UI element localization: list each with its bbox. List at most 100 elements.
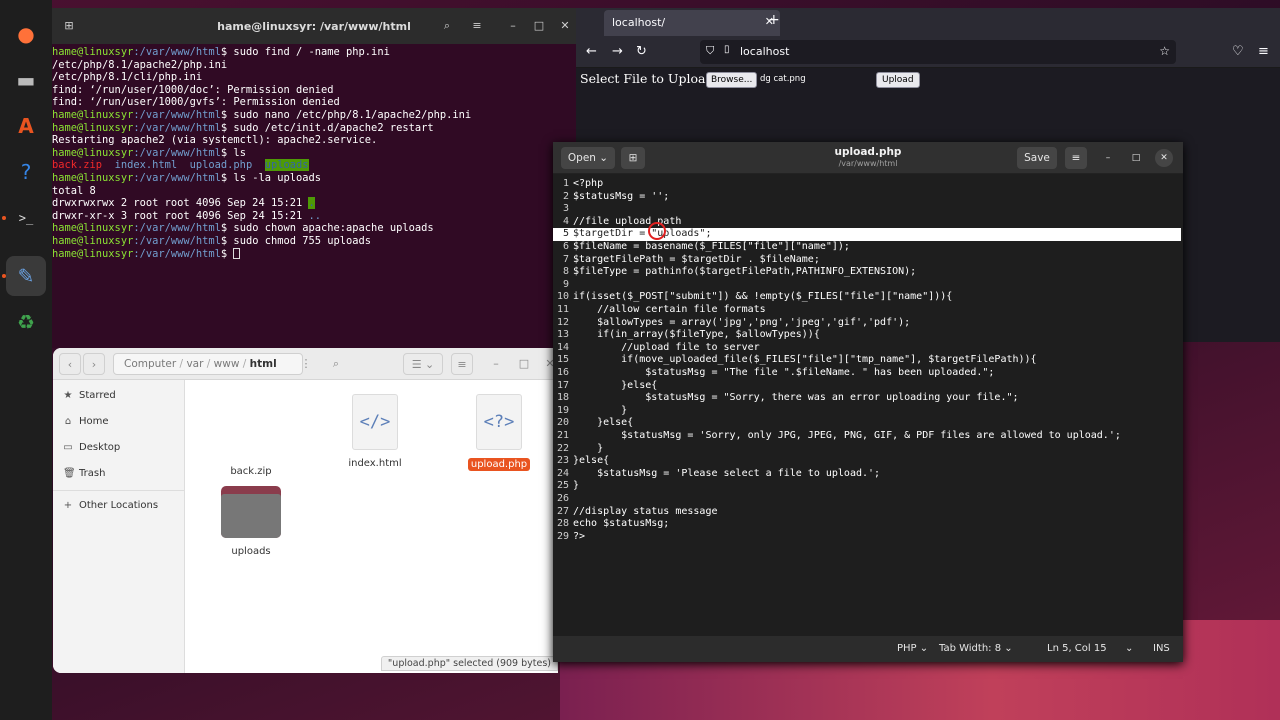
code-line[interactable]: 27 //display status message [553,506,1181,519]
forward-icon[interactable]: › [83,353,105,375]
breadcrumb-www[interactable]: www [214,358,240,370]
tab-width-selector[interactable]: Tab Width: 8 ⌄ [939,643,1013,654]
position-menu-icon[interactable]: ⌄ [1125,643,1133,654]
forward-icon[interactable]: → [612,44,623,59]
code-line[interactable]: 21 $statusMsg = 'Sorry, only JPG, JPEG, … [553,430,1181,443]
path-menu-icon[interactable]: ⋮ [299,353,313,375]
line-number: 8 [562,266,569,278]
file-item[interactable]: back.zip [201,458,301,477]
maximize-icon[interactable]: □ [530,17,548,35]
code-line[interactable]: 17 }else{ [553,380,1181,393]
code-line[interactable]: 29 ?> [553,531,1181,544]
terminal-icon[interactable]: >_ [6,198,46,238]
browser-tab[interactable]: localhost/ ✕ [604,10,780,36]
pocket-icon[interactable]: ♡ [1232,44,1244,59]
sidebar-item-desktop[interactable]: ▭ Desktop [63,442,120,453]
code-line[interactable]: 1 <?php [553,178,1181,191]
code-editor[interactable]: 1 <?php 2 $statusMsg = ''; 3 4 //file upload p… [553,174,1183,636]
code-line[interactable]: 14 //upload file to server [553,342,1181,355]
file-item[interactable]: </> index.html [325,394,425,469]
browse-button[interactable]: Browse... [706,72,758,88]
sidebar-item-starred[interactable]: ★ Starred [63,390,116,401]
code-line[interactable]: 18 $statusMsg = "Sorry, there was an err… [553,392,1181,405]
folder-item[interactable]: uploads [201,486,301,557]
files-icon[interactable]: ▬ [6,60,46,100]
firefox-icon[interactable]: ● [6,14,46,54]
breadcrumb-html[interactable]: html [250,358,277,370]
menu-icon[interactable]: ≡ [1258,44,1269,59]
file-manager-window: ‹ › Computer / var / www / html ⋮ ⌕ ☰ ⌄ … [53,348,558,673]
code-line[interactable]: 25} [553,480,1181,493]
menu-icon[interactable]: ≡ [468,17,486,35]
code-line[interactable]: 2 $statusMsg = ''; [553,191,1181,204]
menu-icon[interactable]: ≡ [1065,147,1087,169]
code-line[interactable]: 19 } [553,405,1181,418]
code-line[interactable]: 16 $statusMsg = "The file ".$fileName. "… [553,367,1181,380]
shield-icon[interactable]: ⛉ [706,44,714,58]
software-icon[interactable]: A [6,106,46,146]
file-item-selected[interactable]: <?> upload.php [449,394,549,471]
code-line[interactable]: 26 [553,493,1181,506]
code-line[interactable]: 11 //allow certain file formats [553,304,1181,317]
help-icon[interactable]: ? [6,152,46,192]
menu-icon[interactable]: ≡ [451,353,473,375]
text-editor-icon[interactable]: ✎ [6,256,46,296]
line-number: 11 [556,304,569,315]
sidebar-item-other-locations[interactable]: + Other Locations [63,500,158,511]
sidebar-item-home[interactable]: ⌂ Home [63,416,109,427]
breadcrumb-var[interactable]: var [186,358,203,370]
line-number: 19 [556,404,569,416]
cursor-position[interactable]: Ln 5, Col 15 [1047,643,1107,654]
code-line[interactable]: 20 }else{ [553,417,1181,430]
breadcrumb-computer[interactable]: Computer [124,358,176,370]
minimize-icon[interactable]: – [504,17,522,35]
sidebar-item-trash[interactable]: 🗑 Trash [63,468,105,479]
code-line[interactable]: 3 [553,203,1181,216]
new-tab-icon[interactable]: + [768,12,780,28]
close-icon[interactable]: ✕ [1155,149,1173,167]
upload-button[interactable]: Upload [876,72,920,88]
url-text[interactable]: localhost [740,45,789,58]
code-line[interactable]: 7 $targetFilePath = $targetDir . $fileNam… [553,254,1181,267]
code-line[interactable]: 10 if(isset($_POST["submit"]) && !empty($… [553,291,1181,304]
code-line[interactable]: 24 $statusMsg = 'Please select a file to… [553,468,1181,481]
code-line[interactable]: 4 //file upload path [553,216,1181,229]
save-button[interactable]: Save [1017,147,1057,169]
back-icon[interactable]: ← [586,44,597,59]
terminal-line: back.zip index.html upload.php uploads [52,159,309,172]
url-bar[interactable]: ⛉ ▯ localhost ☆ [700,40,1176,64]
back-icon[interactable]: ‹ [59,353,81,375]
bookmark-star-icon[interactable]: ☆ [1159,44,1170,58]
line-number: 10 [556,291,569,303]
folder-icon [221,486,281,538]
line-number: 2 [562,190,569,202]
code-line[interactable]: 6 $fileName = basename($_FILES["file"]["n… [553,241,1181,254]
view-options-icon[interactable]: ☰ ⌄ [403,353,443,375]
search-icon[interactable]: ⌕ [438,17,456,35]
code-line[interactable]: 28 echo $statusMsg; [553,518,1181,531]
reload-icon[interactable]: ↻ [636,44,647,59]
code-line[interactable]: 9 [553,279,1181,292]
code-text: $targetDir = "uploads"; [573,228,712,240]
close-icon[interactable]: ✕ [556,17,574,35]
terminal-output[interactable]: hame@linuxsyr:/var/www/html$ sudo find /… [52,44,576,260]
code-text: //file upload path [573,215,682,227]
maximize-icon[interactable]: □ [1127,149,1145,167]
minimize-icon[interactable]: – [487,353,505,375]
code-line[interactable]: 12 $allowTypes = array('jpg','png','jpeg… [553,317,1181,330]
code-line[interactable]: 23}else{ [553,455,1181,468]
language-selector[interactable]: PHP ⌄ [897,643,928,654]
line-number: 27 [556,505,569,517]
code-line[interactable]: 15 if(move_uploaded_file($_FILES["file"]… [553,354,1181,367]
search-icon[interactable]: ⌕ [325,353,347,375]
maximize-icon[interactable]: □ [515,353,533,375]
code-line[interactable]: 8 $fileType = pathinfo($targetFilePath,PA… [553,266,1181,279]
recycle-bin-icon[interactable]: ♻ [6,302,46,342]
tab-width-label: Tab Width: 8 [939,643,1002,654]
sidebar: ★ Starred ⌂ Home ▭ Desktop 🗑 Trash + Oth… [53,380,185,673]
code-line[interactable]: 13 if(in_array($fileType, $allowTypes)){ [553,329,1181,342]
document-title: upload.php [834,146,902,158]
code-line[interactable]: 22 } [553,443,1181,456]
minimize-icon[interactable]: – [1099,149,1117,167]
line-number: 26 [556,493,569,504]
